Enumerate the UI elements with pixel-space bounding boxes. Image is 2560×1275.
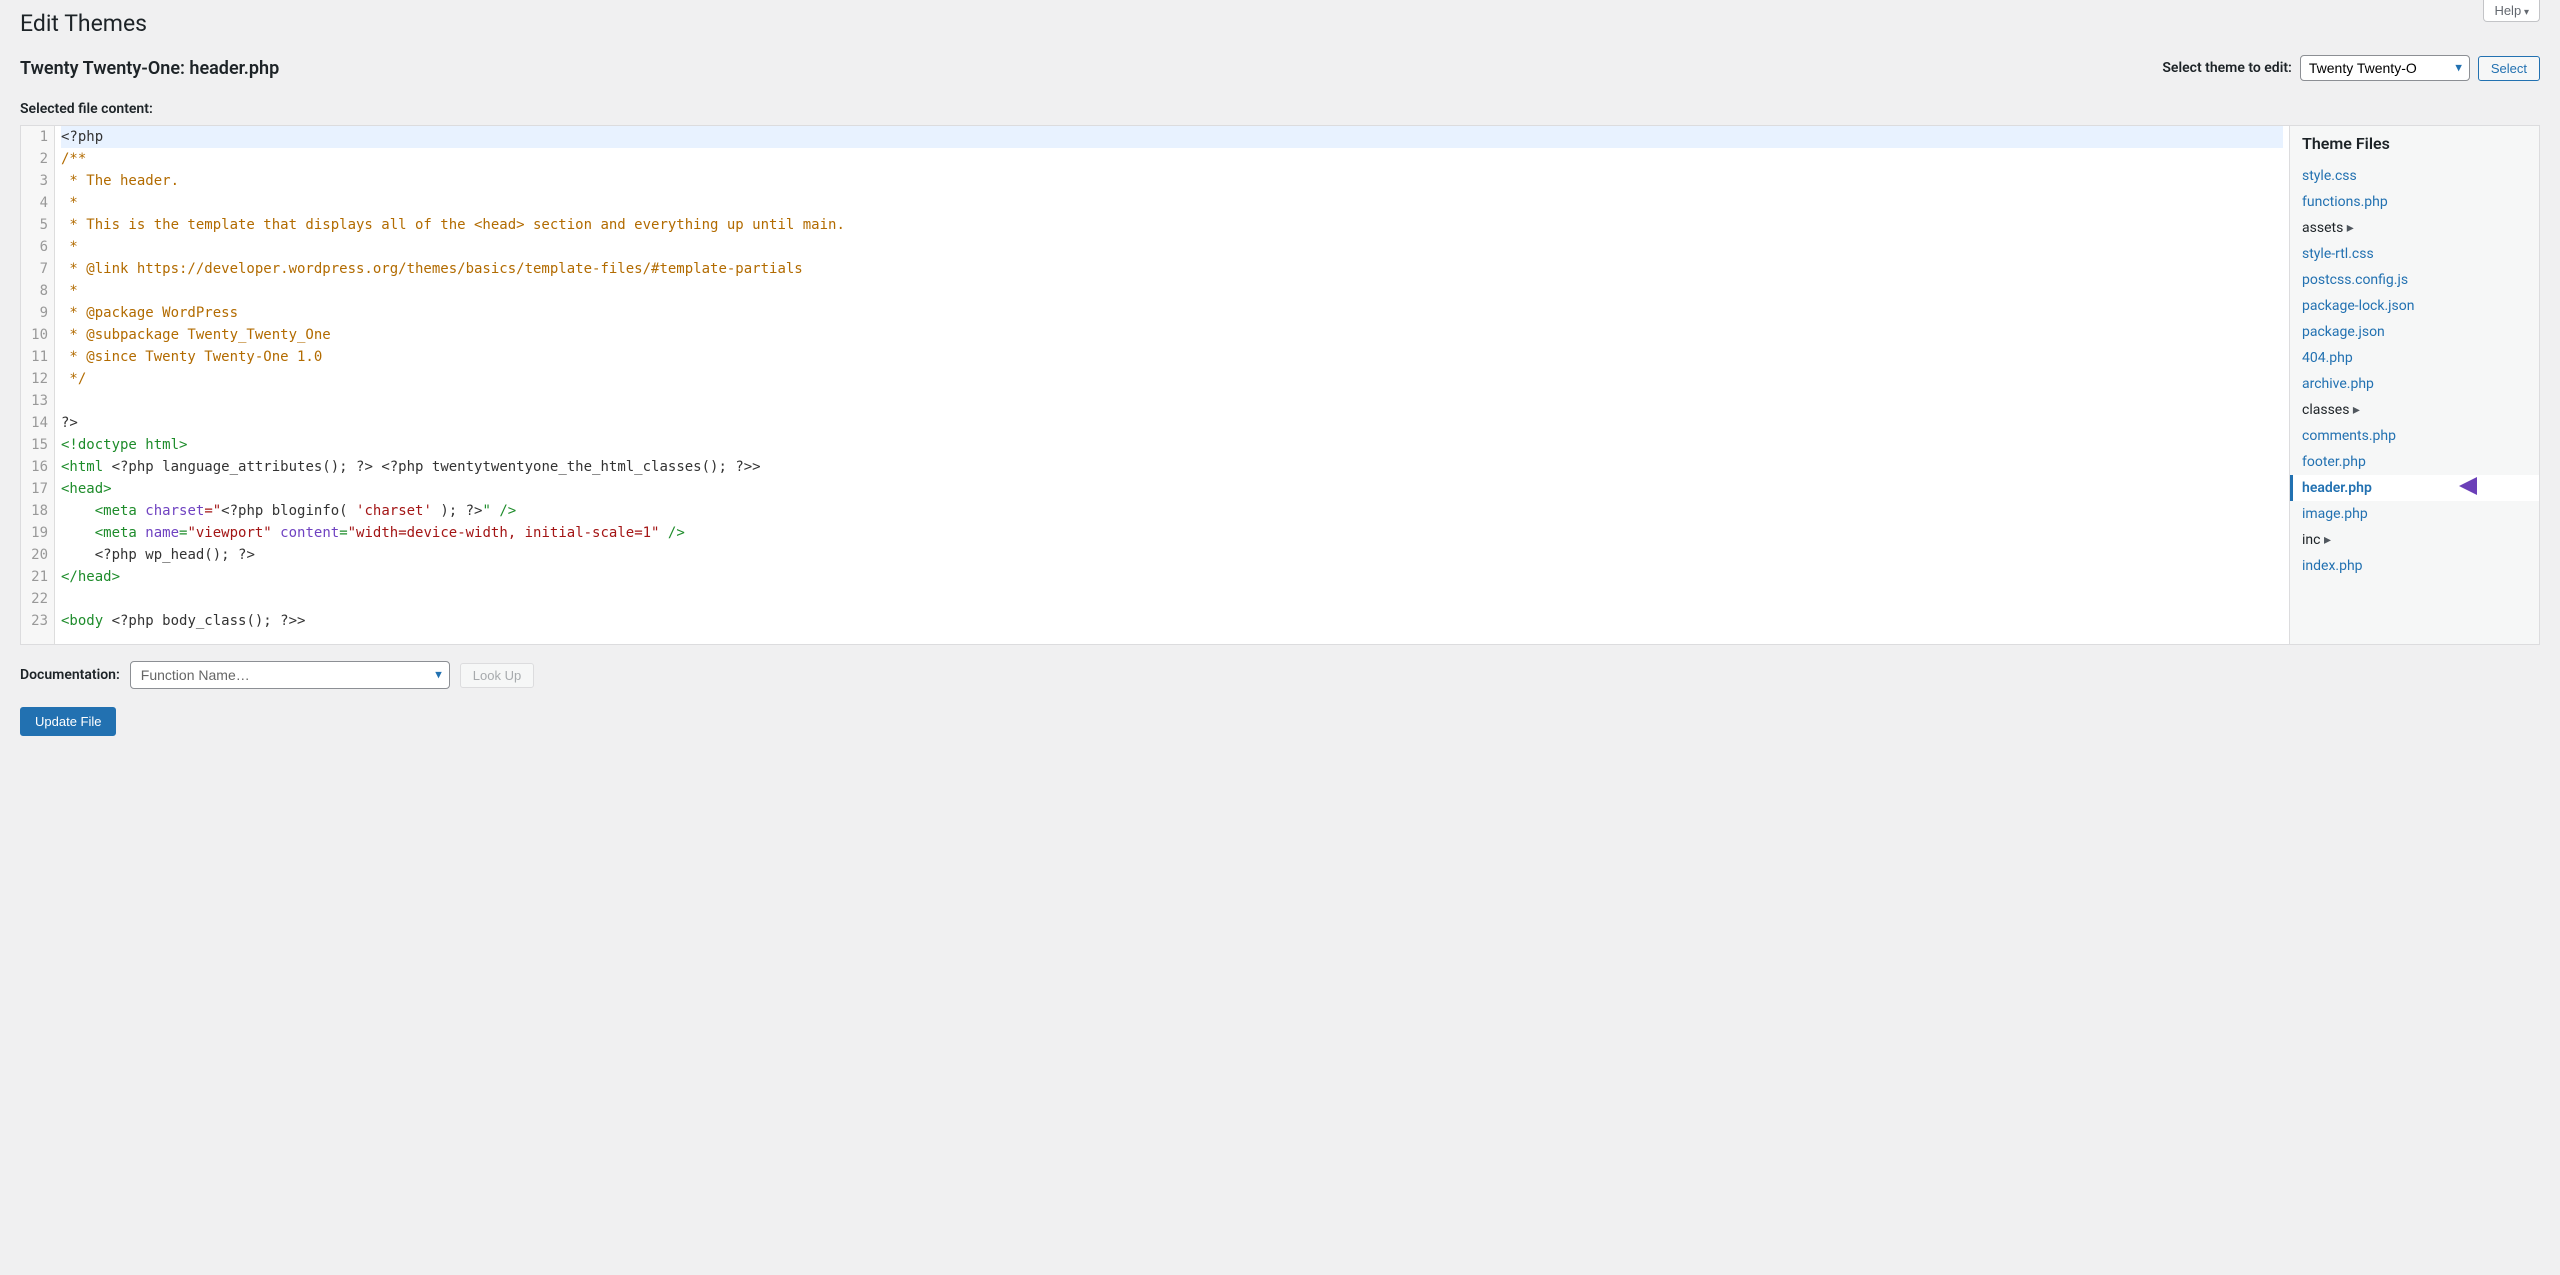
theme-file-link[interactable]: inc [2302,532,2320,548]
code-line[interactable]: * This is the template that displays all… [61,214,2283,236]
help-tab-button[interactable]: Help [2483,0,2540,22]
page-title: Edit Themes [20,10,2540,37]
code-line[interactable]: * @package WordPress [61,302,2283,324]
code-line[interactable] [61,588,2283,610]
code-line[interactable]: * The header. [61,170,2283,192]
code-line[interactable]: * [61,236,2283,258]
theme-file-link[interactable]: index.php [2302,558,2363,574]
theme-file-item[interactable]: comments.php [2290,423,2539,449]
theme-file-item[interactable]: style.css [2290,163,2539,189]
code-line[interactable]: <?php wp_head(); ?> [61,544,2283,566]
line-number: 8 [27,280,48,302]
theme-file-item[interactable]: 404.php [2290,345,2539,371]
theme-file-link[interactable]: style.css [2302,168,2357,184]
line-number: 19 [27,522,48,544]
theme-file-link[interactable]: archive.php [2302,376,2374,392]
theme-file-link[interactable]: header.php [2302,480,2372,496]
documentation-select[interactable]: Function Name… [130,661,450,689]
code-line[interactable]: <?php [61,126,2283,148]
code-line[interactable]: * [61,192,2283,214]
code-line[interactable] [61,390,2283,412]
line-number: 1 [27,126,48,148]
line-number: 13 [27,390,48,412]
update-file-button[interactable]: Update File [20,707,116,736]
line-number: 22 [27,588,48,610]
line-number: 12 [27,368,48,390]
theme-file-link[interactable]: footer.php [2302,454,2366,470]
theme-file-item[interactable]: postcss.config.js [2290,267,2539,293]
pointer-arrow-icon [2459,475,2529,501]
code-line[interactable]: </head> [61,566,2283,588]
select-theme-button[interactable]: Select [2478,56,2540,81]
line-number: 15 [27,434,48,456]
lookup-button[interactable]: Look Up [460,663,534,688]
theme-file-item[interactable]: functions.php [2290,189,2539,215]
selected-file-label: Selected file content: [20,101,2540,117]
theme-file-item[interactable]: image.php [2290,501,2539,527]
line-number: 11 [27,346,48,368]
theme-files-heading: Theme Files [2290,126,2539,163]
theme-file-item[interactable]: footer.php [2290,449,2539,475]
code-line[interactable]: * @subpackage Twenty_Twenty_One [61,324,2283,346]
theme-file-item[interactable]: archive.php [2290,371,2539,397]
code-line[interactable]: * @since Twenty Twenty-One 1.0 [61,346,2283,368]
code-line[interactable]: */ [61,368,2283,390]
theme-file-link[interactable]: package-lock.json [2302,298,2414,314]
theme-file-item[interactable]: header.php [2290,475,2539,501]
line-number: 5 [27,214,48,236]
theme-file-item[interactable]: package.json [2290,319,2539,345]
theme-file-item[interactable]: assets [2290,215,2539,241]
code-line[interactable]: /** [61,148,2283,170]
theme-file-link[interactable]: functions.php [2302,194,2388,210]
line-number: 20 [27,544,48,566]
code-line[interactable]: * [61,280,2283,302]
file-heading: Twenty Twenty-One: header.php [20,58,2162,79]
theme-file-item[interactable]: package-lock.json [2290,293,2539,319]
line-number: 10 [27,324,48,346]
documentation-label: Documentation: [20,667,120,683]
theme-file-link[interactable]: 404.php [2302,350,2353,366]
theme-file-link[interactable]: classes [2302,402,2349,418]
code-editor[interactable]: 1234567891011121314151617181920212223 <?… [20,125,2290,645]
code-line[interactable]: <html <?php language_attributes(); ?> <?… [61,456,2283,478]
code-line[interactable]: <!doctype html> [61,434,2283,456]
code-line[interactable]: <body <?php body_class(); ?>> [61,610,2283,632]
code-line[interactable]: ?> [61,412,2283,434]
code-line[interactable]: <head> [61,478,2283,500]
theme-file-link[interactable]: style-rtl.css [2302,246,2374,262]
code-line[interactable]: <meta name="viewport" content="width=dev… [61,522,2283,544]
theme-file-link[interactable]: postcss.config.js [2302,272,2408,288]
line-number: 16 [27,456,48,478]
line-number: 21 [27,566,48,588]
theme-file-item[interactable]: index.php [2290,553,2539,579]
line-number: 6 [27,236,48,258]
theme-select-label: Select theme to edit: [2162,60,2291,76]
theme-files-sidebar: Theme Files style.css functions.php assets… [2290,125,2540,645]
theme-select[interactable]: Twenty Twenty-O [2300,55,2470,81]
line-number: 7 [27,258,48,280]
line-number: 3 [27,170,48,192]
theme-file-link[interactable]: package.json [2302,324,2385,340]
line-number: 23 [27,610,48,632]
line-number: 17 [27,478,48,500]
theme-file-item[interactable]: inc [2290,527,2539,553]
line-number: 4 [27,192,48,214]
theme-file-link[interactable]: comments.php [2302,428,2396,444]
theme-file-item[interactable]: classes [2290,397,2539,423]
code-line[interactable]: * @link https://developer.wordpress.org/… [61,258,2283,280]
line-number: 14 [27,412,48,434]
line-number: 9 [27,302,48,324]
theme-file-item[interactable]: style-rtl.css [2290,241,2539,267]
line-number: 18 [27,500,48,522]
theme-file-link[interactable]: assets [2302,220,2343,236]
line-number: 2 [27,148,48,170]
theme-file-link[interactable]: image.php [2302,506,2368,522]
code-line[interactable]: <meta charset="<?php bloginfo( 'charset'… [61,500,2283,522]
